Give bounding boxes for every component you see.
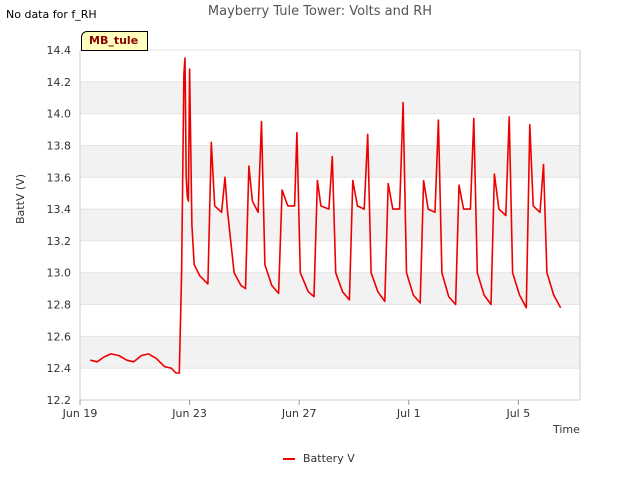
y-tick-label: 14.4 <box>47 44 72 57</box>
site-tag: MB_tule <box>81 31 149 51</box>
grid-band <box>80 272 580 305</box>
y-tick-label: 12.4 <box>47 362 72 375</box>
y-tick-label: 13.4 <box>47 203 72 216</box>
x-tick-label: Jun 23 <box>171 407 207 420</box>
legend-label: Battery V <box>303 452 355 465</box>
y-tick-label: 12.8 <box>47 299 72 312</box>
y-tick-label: 14.2 <box>47 76 72 89</box>
grid-band <box>80 336 580 369</box>
y-tick-label: 12.2 <box>47 394 72 407</box>
y-tick-label: 13.8 <box>47 139 72 152</box>
legend: Battery V <box>283 452 355 465</box>
grid-band <box>80 145 580 178</box>
grid-band <box>80 81 580 114</box>
y-tick-label: 13.0 <box>47 267 72 280</box>
x-tick-label: Jul 1 <box>396 407 421 420</box>
y-tick-label: 12.6 <box>47 330 72 343</box>
y-tick-label: 13.6 <box>47 171 72 184</box>
y-tick-label: 13.2 <box>47 235 72 248</box>
legend-swatch <box>283 457 295 460</box>
x-tick-label: Jun 19 <box>62 407 98 420</box>
y-tick-label: 14.0 <box>47 108 72 121</box>
x-tick-label: Jun 27 <box>281 407 317 420</box>
x-tick-label: Jul 5 <box>505 407 530 420</box>
battery-voltage-chart: 12.2 12.4 12.6 12.8 13.0 13.2 13.4 13.6 13.8 14.0… <box>47 44 581 420</box>
